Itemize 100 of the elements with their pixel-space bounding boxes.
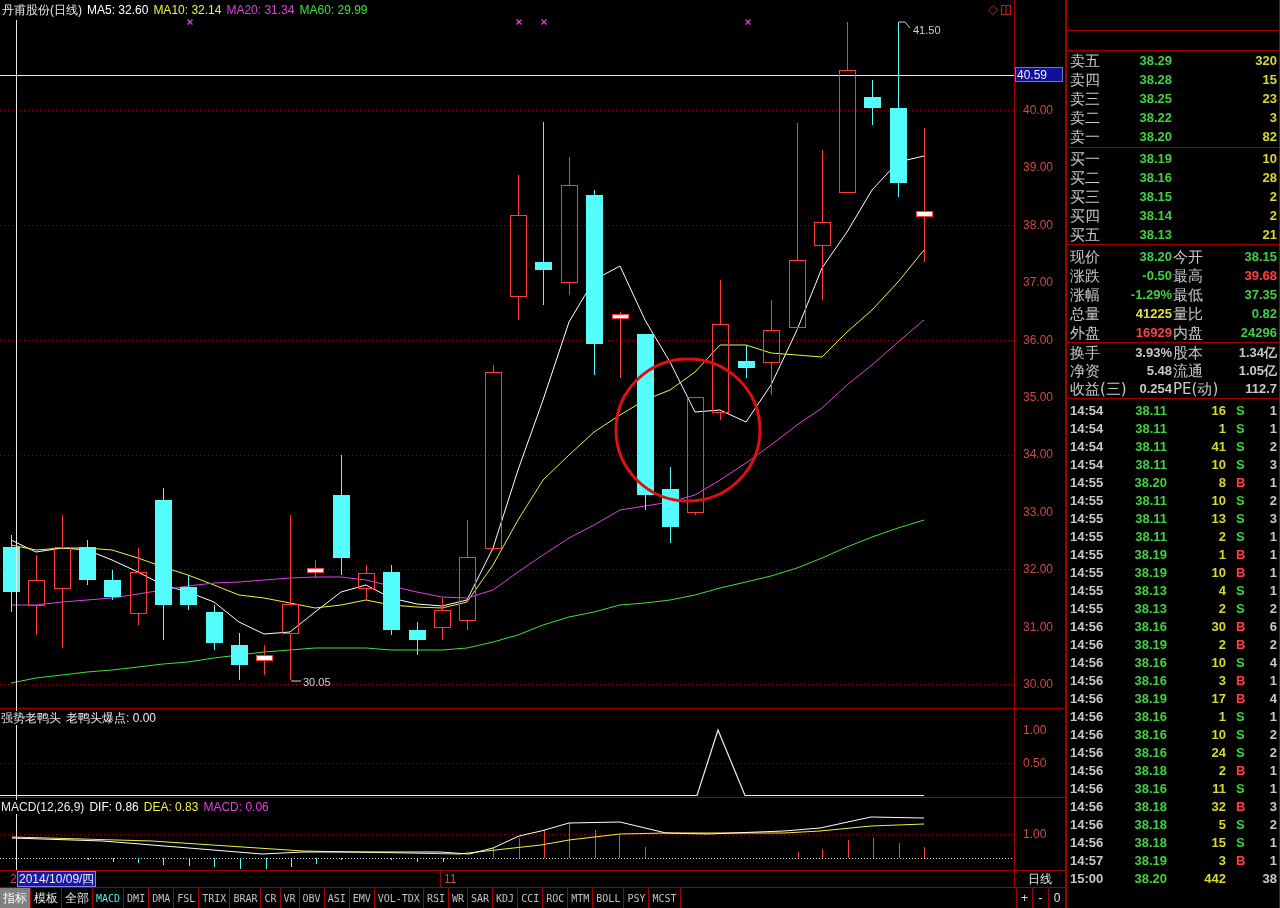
toolbar-tab[interactable]: 全部 (62, 888, 93, 908)
indicator-value: 老鸭头爆点: 0.00 (66, 711, 157, 725)
indicator-tab[interactable]: CCI (518, 888, 544, 908)
stat-value: 16929 (1135, 324, 1172, 341)
trade-side: B (1236, 619, 1246, 635)
trade-time: 14:56 (1070, 745, 1104, 761)
price-axis-label: 37.00 (1022, 275, 1054, 290)
stat-label: 现价 (1070, 247, 1100, 266)
trade-price: 38.18 (1134, 799, 1167, 815)
trade-time: 14:57 (1070, 853, 1104, 869)
candlestick (104, 569, 121, 601)
order-volume: 15 (1262, 71, 1277, 88)
trade-volume: 10 (1211, 457, 1226, 473)
period-label: 日线 (1028, 872, 1052, 886)
indicator-tab[interactable]: TRIX (199, 888, 231, 908)
square-icon[interactable] (1001, 5, 1011, 15)
stat-value: 1.05亿 (1238, 363, 1277, 379)
indicator-tab[interactable]: ROC (543, 888, 569, 908)
trade-price: 38.19 (1134, 691, 1167, 707)
trade-time: 14:56 (1070, 817, 1104, 833)
trade-time: 15:00 (1070, 871, 1104, 887)
trade-volume: 4 (1218, 583, 1226, 599)
stat-value: 38.20 (1139, 248, 1172, 265)
trade-count: 2 (1269, 637, 1277, 653)
trade-time: 14:55 (1070, 493, 1104, 509)
trade-volume: 2 (1218, 637, 1226, 653)
indicator-tab[interactable]: MTM (568, 888, 594, 908)
indicator-axis-label: 1.00 (1022, 723, 1047, 737)
stat-label: 最低 (1173, 285, 1203, 304)
trade-volume: 32 (1211, 799, 1226, 815)
trade-count: 2 (1269, 601, 1277, 617)
trade-volume: 442 (1204, 871, 1226, 887)
indicator-tab[interactable]: MACD (93, 888, 125, 908)
indicator-title: 强势老鸭头 (1, 711, 61, 725)
order-volume: 2 (1269, 207, 1277, 224)
trade-price: 38.13 (1134, 583, 1167, 599)
trade-count: 1 (1269, 763, 1277, 779)
trade-time: 14:56 (1070, 763, 1104, 779)
price-axis-label: 39.00 (1022, 160, 1054, 175)
trade-count: 1 (1269, 709, 1277, 725)
stat-label: 总量 (1070, 304, 1100, 323)
leader-line (898, 21, 911, 29)
toolbar-tab[interactable]: 模板 (31, 888, 62, 908)
ma-legend-label: MA20: 31.34 (226, 3, 295, 17)
trade-time: 14:56 (1070, 835, 1104, 851)
trade-count: 2 (1269, 817, 1277, 833)
macd-legend-label: DEA: 0.83 (143, 800, 199, 814)
trade-count: 1 (1269, 421, 1277, 437)
trade-price: 38.13 (1134, 601, 1167, 617)
indicator-tab[interactable]: SAR (468, 888, 494, 908)
trade-count: 1 (1269, 835, 1277, 851)
trade-side: S (1236, 529, 1245, 545)
trade-side: S (1236, 457, 1245, 473)
trade-volume: 10 (1211, 493, 1226, 509)
trade-price: 38.19 (1134, 637, 1167, 653)
trade-count: 1 (1269, 853, 1277, 869)
order-level-label: 卖四 (1070, 70, 1100, 89)
stat-label: 换手 (1070, 344, 1100, 362)
stat-value: 39.68 (1244, 267, 1277, 284)
trade-price: 38.11 (1135, 403, 1167, 419)
order-level-label: 买五 (1070, 225, 1100, 244)
price-axis-label: 32.00 (1022, 562, 1054, 577)
trade-count: 1 (1269, 781, 1277, 797)
order-volume: 2 (1269, 188, 1277, 205)
trade-count: 1 (1269, 673, 1277, 689)
trade-count: 1 (1269, 529, 1277, 545)
indicator-tab[interactable]: KDJ (493, 888, 519, 908)
macd-legend-label: MACD: 0.06 (203, 800, 269, 814)
trade-price: 38.20 (1134, 475, 1167, 491)
order-level-label: 买一 (1070, 149, 1100, 168)
indicator-tab[interactable]: DMI (124, 888, 150, 908)
order-level-label: 卖一 (1070, 127, 1100, 146)
candlestick (256, 644, 273, 676)
order-level-label: 买四 (1070, 206, 1100, 225)
order-level-label: 卖二 (1070, 108, 1100, 127)
trade-count: 3 (1269, 511, 1277, 527)
trade-price: 38.18 (1134, 763, 1167, 779)
trade-side: S (1236, 511, 1245, 527)
candlestick (738, 344, 755, 379)
trade-price: 38.11 (1135, 511, 1167, 527)
price-axis-label: 38.00 (1022, 217, 1054, 232)
trade-time: 14:55 (1070, 511, 1104, 527)
price-axis-label: 35.00 (1022, 389, 1054, 404)
trade-side: S (1236, 439, 1245, 455)
trade-side: B (1236, 691, 1246, 707)
trade-price: 38.16 (1134, 745, 1167, 761)
ma-legend-label: MA60: 29.99 (299, 3, 368, 17)
stat-label: 外盘 (1070, 323, 1100, 342)
order-price: 38.16 (1139, 169, 1172, 186)
macd-legend-label: DIF: 0.86 (89, 800, 139, 814)
trade-side: S (1236, 655, 1245, 671)
ma-legend-label: MA5: 32.60 (87, 3, 149, 17)
order-volume: 320 (1255, 52, 1277, 69)
trade-volume: 2 (1218, 763, 1226, 779)
stat-value: 24296 (1240, 324, 1277, 341)
indicator-tab[interactable]: MCST (649, 888, 681, 908)
month-label: 11 (444, 872, 457, 886)
trade-side: S (1236, 709, 1245, 725)
order-price: 38.29 (1139, 52, 1172, 69)
indicator-tab[interactable]: DMA (149, 888, 175, 908)
